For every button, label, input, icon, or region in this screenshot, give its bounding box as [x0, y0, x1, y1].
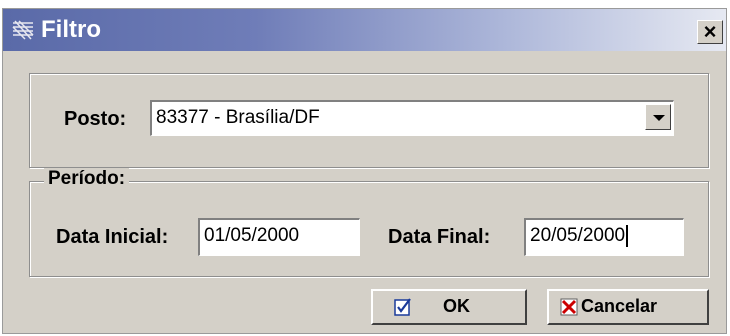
periodo-legend: Período: [44, 168, 130, 190]
posto-label: Posto: [64, 108, 127, 130]
checkmark-icon [394, 298, 411, 316]
periodo-group: Período: Data Inicial: 01/05/2000 Data F… [29, 168, 709, 277]
data-inicial-value: 01/05/2000 [204, 225, 300, 246]
ok-label: OK [443, 296, 470, 316]
posto-group: Posto: 83377 - Brasília/DF [29, 73, 709, 168]
title-bar[interactable]: Filtro × [3, 9, 726, 51]
x-mark-icon [560, 298, 578, 316]
data-final-value: 20/05/2000 [530, 225, 626, 246]
posto-selected-value: 83377 - Brasília/DF [156, 107, 320, 128]
data-inicial-label: Data Inicial: [56, 226, 169, 248]
text-caret [626, 224, 629, 247]
data-final-field[interactable]: 20/05/2000 [524, 218, 684, 256]
data-inicial-field[interactable]: 01/05/2000 [198, 218, 360, 256]
close-icon: × [703, 19, 717, 44]
cancel-button[interactable]: Cancelar [547, 289, 709, 325]
window-title: Filtro [41, 16, 101, 43]
close-button[interactable]: × [697, 20, 723, 44]
posto-select[interactable]: 83377 - Brasília/DF [150, 100, 674, 136]
data-final-label: Data Final: [388, 226, 491, 248]
app-grid-icon [12, 20, 34, 40]
chevron-down-icon[interactable] [645, 104, 671, 130]
cancel-label: Cancelar [581, 296, 658, 316]
ok-button[interactable]: OK [371, 289, 527, 325]
filtro-dialog: Filtro × Posto: 83377 - Brasília/DF Perí… [2, 8, 727, 334]
